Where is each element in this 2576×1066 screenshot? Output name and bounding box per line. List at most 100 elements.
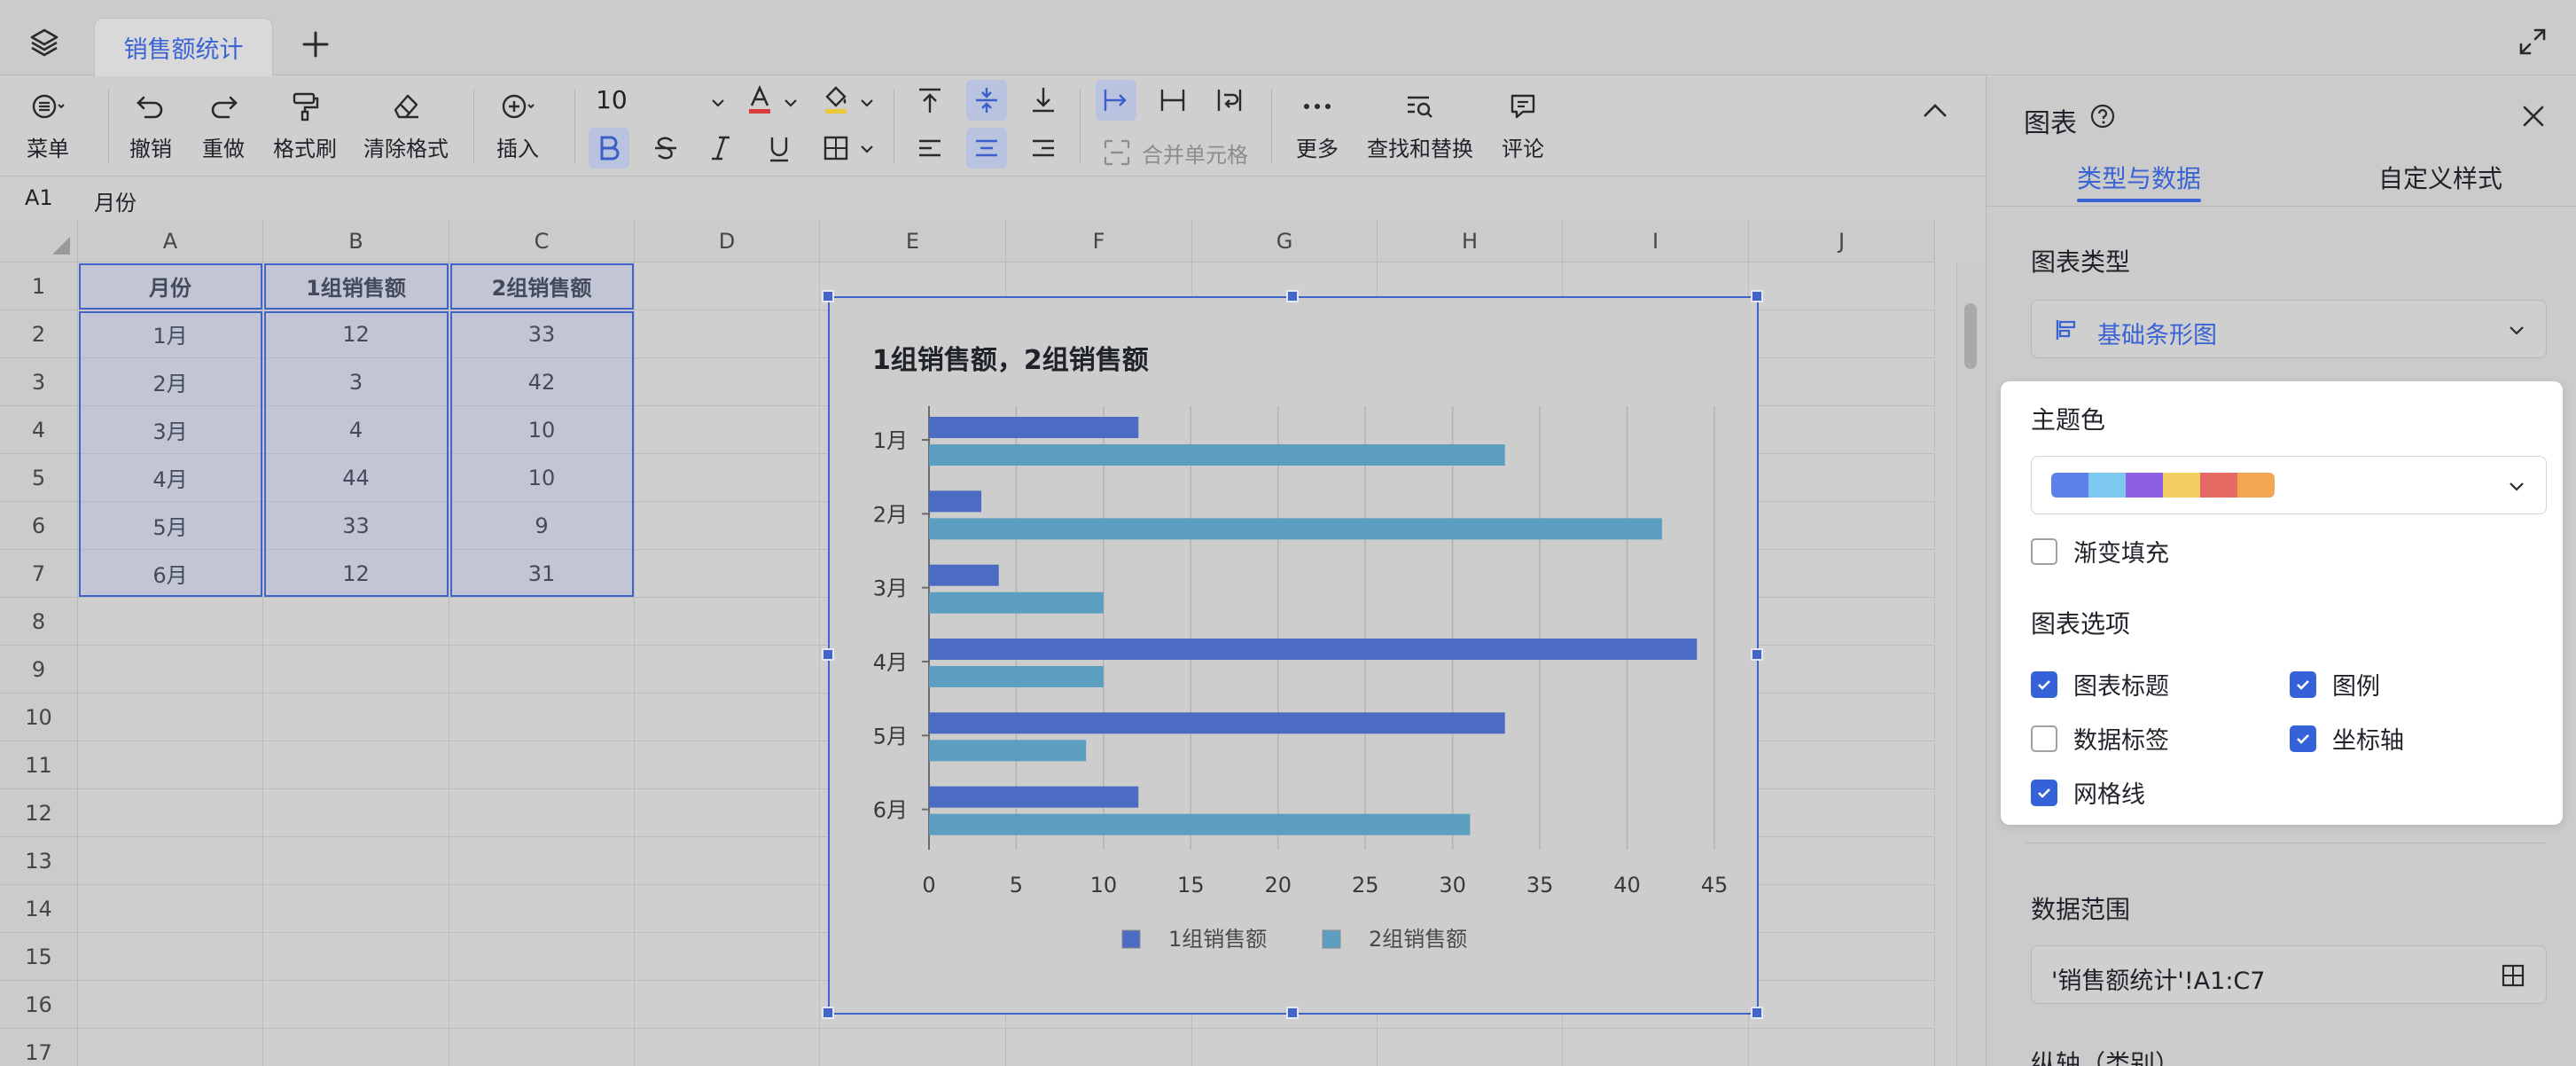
cell[interactable] <box>449 646 635 694</box>
cell[interactable] <box>78 885 263 933</box>
cell[interactable] <box>635 789 820 837</box>
cell[interactable] <box>1749 502 1935 550</box>
cell[interactable] <box>78 933 263 981</box>
grid-select-icon[interactable] <box>2500 962 2526 989</box>
row-header-7[interactable]: 7 <box>0 550 78 598</box>
row-header-10[interactable]: 10 <box>0 694 78 741</box>
column-header-c[interactable]: C <box>449 220 635 263</box>
insert-button[interactable]: 插入 <box>496 89 539 162</box>
cell[interactable] <box>1749 933 1935 981</box>
column-header-j[interactable]: J <box>1749 220 1935 263</box>
cell[interactable] <box>1749 454 1935 502</box>
cell[interactable] <box>635 310 820 358</box>
menu-button[interactable]: 菜单 <box>27 89 69 162</box>
border-icon[interactable] <box>816 128 856 169</box>
cell[interactable] <box>635 837 820 885</box>
row-header-15[interactable]: 15 <box>0 933 78 981</box>
row-header-9[interactable]: 9 <box>0 646 78 694</box>
bold-icon[interactable] <box>589 128 629 169</box>
redo-button[interactable]: 重做 <box>202 89 245 162</box>
resize-handle[interactable] <box>1751 290 1763 302</box>
italic-icon[interactable] <box>700 128 741 169</box>
data-cell[interactable]: 6月 <box>78 550 263 598</box>
axis-checkbox[interactable]: 坐标轴 <box>2290 721 2404 756</box>
row-header-11[interactable]: 11 <box>0 741 78 789</box>
tab-type-and-data[interactable]: 类型与数据 <box>2077 160 2201 195</box>
align-center-icon[interactable] <box>966 128 1007 169</box>
data-cell[interactable]: 31 <box>449 550 635 598</box>
cell[interactable] <box>635 981 820 1029</box>
chart-object[interactable]: 1组销售额，2组销售额 0 5 10 15 20 25 30 35 40 45 1月 2月 3月 4月 5月 6… <box>822 290 1763 1019</box>
cell[interactable] <box>449 981 635 1029</box>
cell[interactable] <box>1749 550 1935 598</box>
row-header-3[interactable]: 3 <box>0 358 78 406</box>
data-cell[interactable]: 33 <box>449 310 635 358</box>
column-header-d[interactable]: D <box>635 220 820 263</box>
header-cell[interactable]: 1组销售额 <box>263 263 449 310</box>
close-icon[interactable] <box>2518 101 2549 131</box>
resize-handle[interactable] <box>1751 1007 1763 1019</box>
cell[interactable] <box>263 981 449 1029</box>
resize-handle[interactable] <box>822 1007 834 1019</box>
cell[interactable] <box>78 1029 263 1066</box>
cell[interactable] <box>1006 1029 1192 1066</box>
chart-type-select[interactable]: 基础条形图 <box>2031 300 2547 358</box>
column-header-f[interactable]: F <box>1006 220 1192 263</box>
cell[interactable] <box>1749 310 1935 358</box>
data-cell[interactable]: 5月 <box>78 502 263 550</box>
cell[interactable] <box>635 885 820 933</box>
cell[interactable] <box>263 885 449 933</box>
data-cell[interactable]: 3 <box>263 358 449 406</box>
column-header-i[interactable]: I <box>1563 220 1749 263</box>
cell[interactable] <box>635 502 820 550</box>
cell[interactable] <box>449 933 635 981</box>
row-header-12[interactable]: 12 <box>0 789 78 837</box>
chevron-down-icon[interactable] <box>782 94 800 112</box>
formula-input[interactable]: 月份 <box>94 185 137 216</box>
clear-format-button[interactable]: 清除格式 <box>363 89 449 162</box>
header-cell[interactable]: 2组销售额 <box>449 263 635 310</box>
font-size-select[interactable]: 10 <box>596 85 628 114</box>
cell[interactable] <box>635 406 820 454</box>
cell[interactable] <box>1749 358 1935 406</box>
undo-button[interactable]: 撤销 <box>129 89 172 162</box>
cell[interactable] <box>78 837 263 885</box>
collapse-toolbar-icon[interactable] <box>1915 90 1955 131</box>
vertical-scrollbar[interactable] <box>1956 263 1985 1066</box>
row-header-6[interactable]: 6 <box>0 502 78 550</box>
cell[interactable] <box>1749 789 1935 837</box>
cell[interactable] <box>1192 1029 1378 1066</box>
cell[interactable] <box>263 789 449 837</box>
cell[interactable] <box>1749 598 1935 646</box>
cell[interactable] <box>78 741 263 789</box>
cell[interactable] <box>635 646 820 694</box>
cell[interactable] <box>449 837 635 885</box>
data-range-input[interactable]: '销售额统计'!A1:C7 <box>2031 945 2547 1004</box>
row-header-1[interactable]: 1 <box>0 263 78 310</box>
align-left-icon[interactable] <box>909 128 950 169</box>
select-all-corner[interactable] <box>0 220 78 263</box>
cell[interactable] <box>820 1029 1006 1066</box>
data-cell[interactable]: 3月 <box>78 406 263 454</box>
fit-width-icon[interactable] <box>1152 80 1193 121</box>
sheet-tab-sales[interactable]: 销售额统计 <box>94 18 273 76</box>
data-labels-checkbox[interactable]: 数据标签 <box>2031 721 2169 756</box>
resize-handle[interactable] <box>1751 648 1763 661</box>
resize-handle[interactable] <box>822 290 834 302</box>
fullscreen-icon[interactable] <box>2517 27 2548 57</box>
data-cell[interactable]: 12 <box>263 550 449 598</box>
underline-icon[interactable] <box>759 128 800 169</box>
align-middle-icon[interactable] <box>966 80 1007 121</box>
column-header-g[interactable]: G <box>1192 220 1378 263</box>
data-cell[interactable]: 10 <box>449 454 635 502</box>
align-top-icon[interactable] <box>909 80 950 121</box>
more-button[interactable]: 更多 <box>1296 89 1339 162</box>
data-cell[interactable]: 9 <box>449 502 635 550</box>
wrap-text-icon[interactable] <box>1209 80 1250 121</box>
fill-color-icon[interactable] <box>816 80 856 121</box>
cell[interactable] <box>635 263 820 310</box>
cell[interactable] <box>449 1029 635 1066</box>
cell[interactable] <box>1749 263 1935 310</box>
cell[interactable] <box>78 789 263 837</box>
cell[interactable] <box>1749 646 1935 694</box>
